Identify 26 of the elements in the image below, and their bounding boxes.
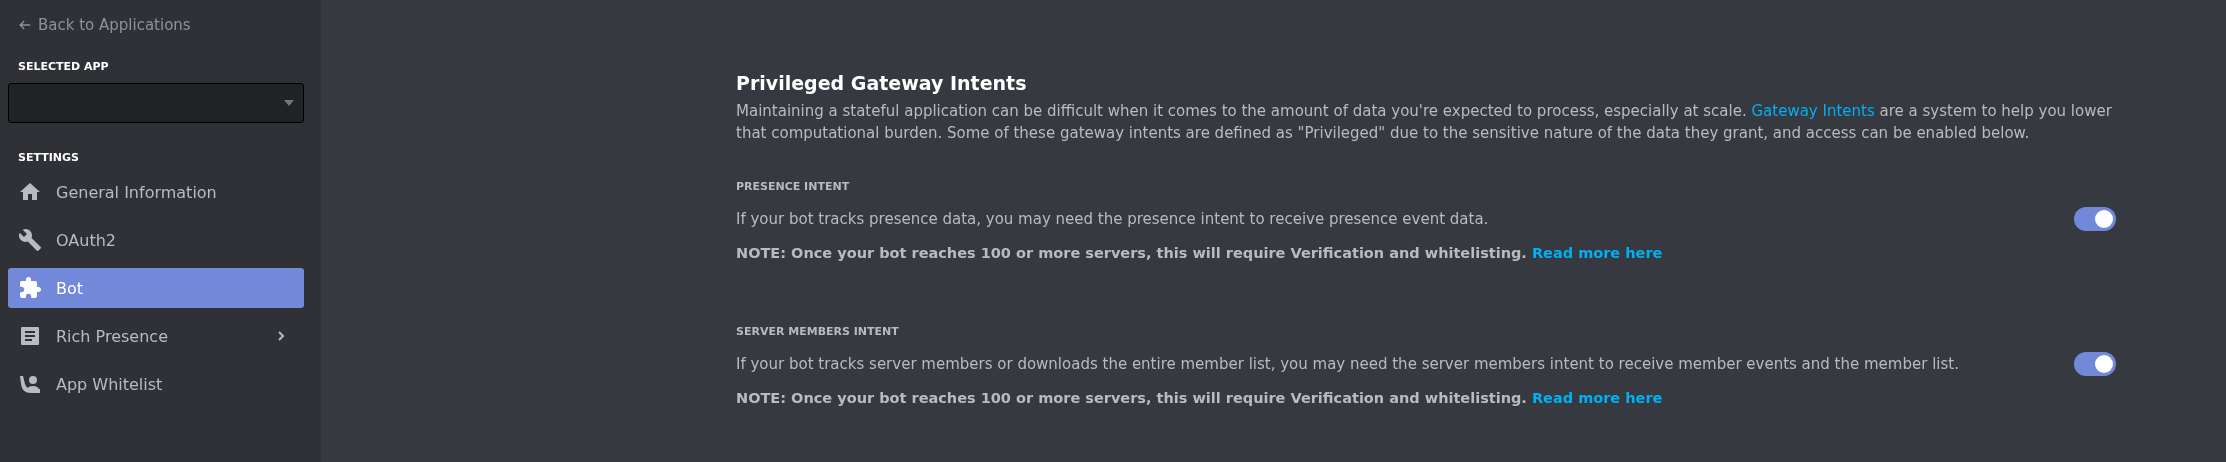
intent-heading: PRESENCE INTENT [736, 180, 851, 193]
description-text: Maintaining a stateful application can be difficult when it comes to the amount of data you're expected to process, especially at scale. Gateway Intents are a system to help you lower that computational burden. Some of these gateway intents are defined as "Privileged" due to the sensitive nature of the data they grant, and access can be enabled below. [736, 101, 2113, 144]
puzzle-icon [18, 276, 42, 300]
intent-description: If your bot tracks server members or downloads the entire member list, you may need the server members intent to receive member events and the member list. [736, 355, 1959, 373]
sidebar-item[interactable]: OAuth2 [8, 220, 304, 260]
read-more-link[interactable]: Read more here [1531, 390, 1663, 406]
sidebar-item[interactable]: App Whitelist [8, 364, 304, 404]
sidebar-item[interactable]: Rich Presence [8, 316, 304, 356]
wrench-icon [18, 228, 42, 252]
read-more-link[interactable]: Read more here [1531, 245, 1663, 261]
section-label: SELECTED APP [17, 60, 110, 73]
note-text: NOTE: Once your bot reaches 100 or more servers, this will require Verification and whitelisting. Read more here [736, 245, 1664, 261]
document-icon [18, 324, 42, 348]
back-link[interactable]: Back to Applications [8, 16, 191, 34]
section-title: Privileged Gateway Intents [736, 72, 1028, 94]
toggle-switch[interactable] [2074, 352, 2116, 376]
toggle-switch[interactable] [2074, 207, 2116, 231]
note-text: NOTE: Once your bot reaches 100 or more servers, this will require Verification and whitelisting. Read more here [736, 390, 1664, 406]
section-label: SETTINGS [17, 151, 80, 164]
intent-description: If your bot tracks presence data, you may need the presence intent to receive presence event data. [736, 210, 1489, 228]
gateway-intents-link[interactable]: Gateway Intents [1751, 102, 1875, 120]
sidebar-item[interactable]: General Information [8, 172, 304, 212]
sidebar-item[interactable]: Bot [8, 268, 304, 308]
caret-icon [283, 99, 295, 107]
intent-heading: SERVER MEMBERS INTENT [736, 325, 900, 338]
back-arrow-icon [18, 18, 32, 32]
